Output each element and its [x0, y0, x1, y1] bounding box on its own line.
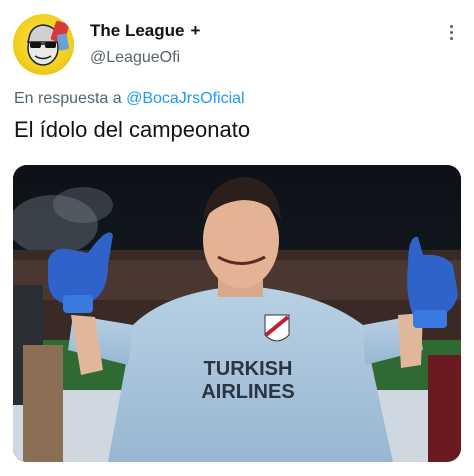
- plus-badge: +: [190, 21, 201, 40]
- reply-mention-link[interactable]: @BocaJrsOficial: [126, 90, 245, 107]
- reply-prefix: En respuesta a: [14, 90, 122, 107]
- reply-context: En respuesta a @BocaJrsOficial: [14, 90, 245, 108]
- author-handle[interactable]: @LeagueOfi: [90, 49, 180, 67]
- shirt-sponsor-line1: TURKISH: [204, 358, 293, 380]
- cartoon-face-avatar-icon: [27, 20, 70, 66]
- tweet-photo[interactable]: TURKISH AIRLINES: [13, 165, 461, 462]
- author-name-row[interactable]: The League +: [90, 21, 200, 41]
- more-vertical-icon[interactable]: [442, 22, 460, 42]
- tweet-header: The League + @LeagueOfi: [0, 0, 474, 85]
- avatar[interactable]: [13, 14, 74, 75]
- display-name[interactable]: The League: [90, 21, 184, 41]
- shirt-sponsor-line2: AIRLINES: [201, 381, 294, 403]
- tweet-text: El ídolo del campeonato: [14, 117, 251, 142]
- goalkeeper-photo-illustration: TURKISH AIRLINES: [13, 165, 461, 462]
